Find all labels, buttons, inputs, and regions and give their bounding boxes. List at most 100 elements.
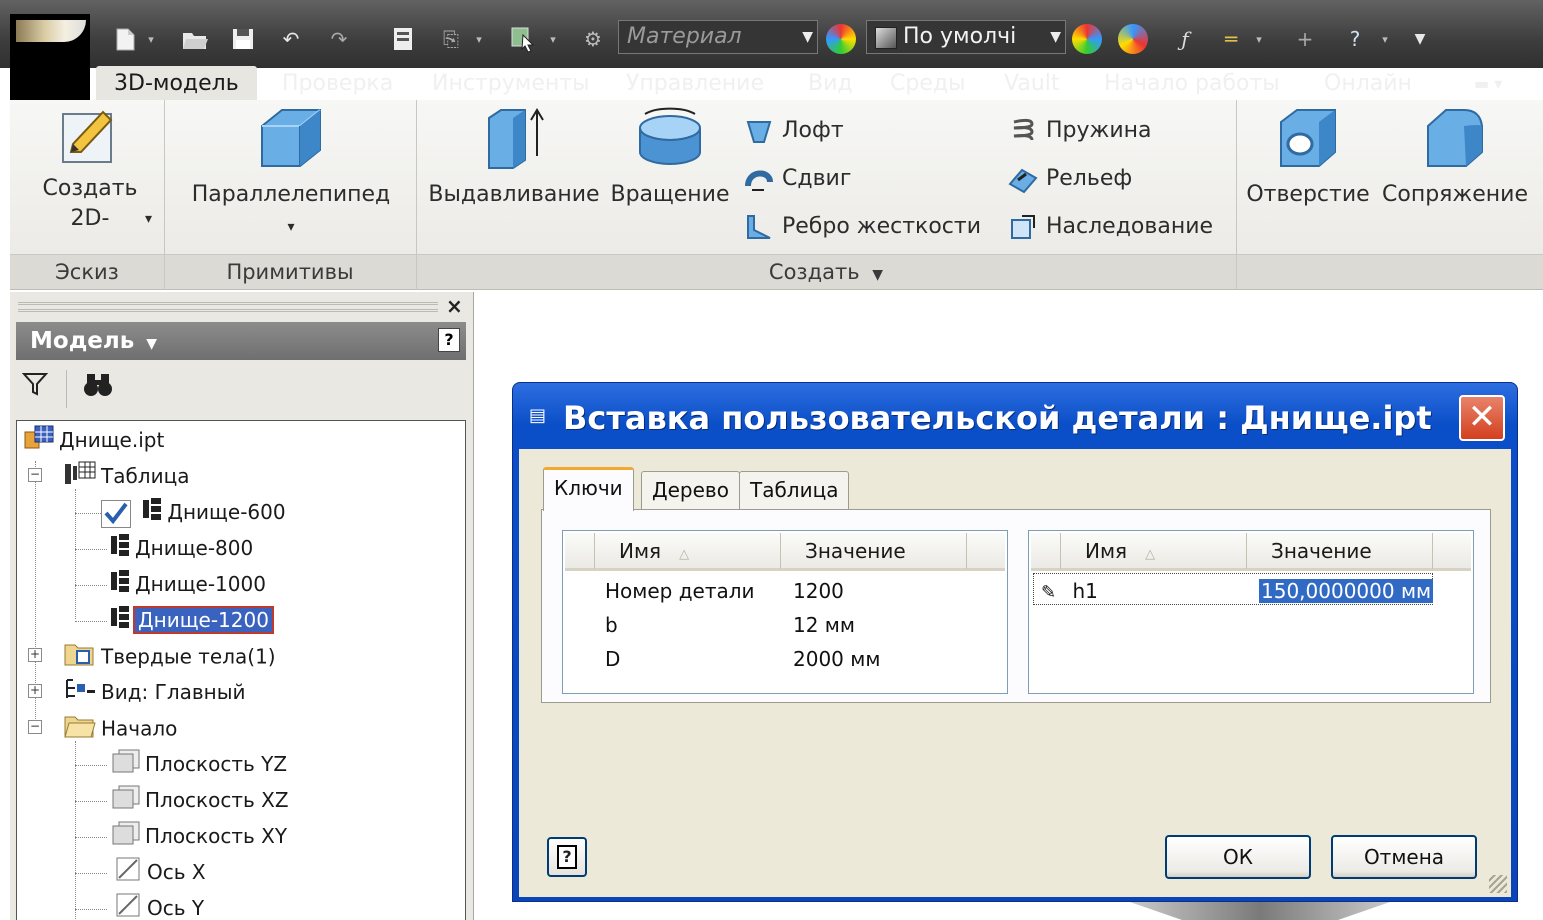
- column-header-value[interactable]: Значение: [1247, 533, 1433, 569]
- tree-item-member-selected[interactable]: Днище-1200: [109, 603, 274, 637]
- tab-inspect[interactable]: Проверка: [282, 66, 393, 102]
- ok-button[interactable]: ОК: [1165, 835, 1311, 879]
- expand-toggle-icon[interactable]: +: [28, 684, 42, 698]
- tree-item-origin[interactable]: Начало: [63, 711, 177, 745]
- tree-item-axis[interactable]: Ось Y: [115, 891, 204, 920]
- revolve-button[interactable]: Вращение: [608, 104, 732, 210]
- tree-item-table[interactable]: Таблица: [63, 459, 189, 493]
- clear-override-icon[interactable]: [1118, 24, 1148, 54]
- key-value-cell[interactable]: 1200: [793, 575, 844, 607]
- select-dropdown-icon[interactable]: ▾: [548, 24, 558, 54]
- tree-item-part-root[interactable]: Днище.ipt: [23, 423, 164, 457]
- param-value-cell[interactable]: 150,0000000 мм: [1259, 575, 1434, 607]
- key-name-cell[interactable]: Номер детали: [605, 575, 755, 607]
- tab-tree[interactable]: Дерево: [641, 471, 740, 509]
- undo-icon[interactable]: ↶: [274, 24, 308, 54]
- print-icon[interactable]: [386, 24, 420, 54]
- column-header-name[interactable]: Имя △: [1061, 533, 1247, 569]
- tree-item-plane[interactable]: Плоскость YZ: [111, 747, 287, 781]
- tab-keys[interactable]: Ключи: [543, 467, 634, 511]
- tab-manage[interactable]: Управление: [626, 66, 764, 102]
- extrude-button[interactable]: Выдавливание: [426, 104, 602, 210]
- hole-button[interactable]: Отверстие: [1244, 104, 1372, 210]
- expand-toggle-icon[interactable]: +: [28, 648, 42, 662]
- close-icon[interactable]: ×: [446, 294, 463, 318]
- keys-grid[interactable]: Имя △ Значение Номер детали 1200 b 12 мм …: [562, 530, 1008, 694]
- param-row[interactable]: ✎ h1: [1041, 575, 1098, 607]
- sweep-button[interactable]: Сдвиг: [744, 162, 851, 196]
- tab-view[interactable]: Вид: [808, 66, 853, 102]
- tree-item-axis[interactable]: Ось X: [115, 855, 206, 889]
- key-name-cell[interactable]: D: [605, 643, 620, 675]
- tree-item-member[interactable]: Днище-1000: [109, 567, 266, 601]
- tree-item-member[interactable]: Днище-600: [101, 495, 286, 529]
- collapse-toggle-icon[interactable]: −: [28, 468, 42, 482]
- open-icon[interactable]: [178, 24, 212, 54]
- new-icon[interactable]: [108, 24, 142, 54]
- help-icon[interactable]: ?: [1338, 24, 1372, 54]
- application-menu-button[interactable]: [10, 14, 90, 100]
- key-value-cell[interactable]: 2000 мм: [793, 643, 880, 675]
- redo-icon[interactable]: ↷: [322, 24, 356, 54]
- browser-header[interactable]: Модель ▼ ?: [16, 322, 466, 360]
- tree-item-solid-bodies[interactable]: Твердые тела(1): [63, 639, 276, 673]
- tree-item-plane[interactable]: Плоскость XZ: [111, 783, 289, 817]
- coil-button[interactable]: Пружина: [1008, 114, 1152, 148]
- cancel-button[interactable]: Отмена: [1331, 835, 1477, 879]
- measure-dropdown-icon[interactable]: ▾: [1254, 24, 1264, 54]
- tree-item-plane[interactable]: Плоскость XY: [111, 819, 287, 853]
- pan-icon[interactable]: +: [1288, 24, 1322, 54]
- rib-button[interactable]: Ребро жесткости: [744, 210, 981, 244]
- column-header-value[interactable]: Значение: [781, 533, 967, 569]
- save-icon[interactable]: [226, 24, 260, 54]
- tab-tools[interactable]: Инструменты: [432, 66, 589, 102]
- new-dropdown-icon[interactable]: ▾: [146, 24, 156, 54]
- tab-vault[interactable]: Vault: [1004, 66, 1060, 102]
- update-icon[interactable]: ⚙: [576, 24, 610, 54]
- derive-button[interactable]: Наследование: [1008, 210, 1213, 244]
- create-2d-sketch-button[interactable]: Создать 2D- ▾: [30, 104, 152, 234]
- quick-access-toolbar: ▾ ↶ ↷ ⎘ ▾ ▾ ⚙ Материал ▼ По умолчі ▼ ƒ ═…: [0, 0, 1543, 68]
- pane-grip-handle[interactable]: [18, 302, 438, 312]
- measure-icon[interactable]: ═: [1214, 24, 1248, 54]
- tab-table[interactable]: Таблица: [739, 471, 850, 509]
- find-binoculars-icon[interactable]: [82, 372, 114, 404]
- tab-environments[interactable]: Среды: [890, 66, 965, 102]
- key-name-cell[interactable]: b: [605, 609, 618, 641]
- help-icon[interactable]: ?: [438, 328, 460, 352]
- return-icon[interactable]: ⎘: [434, 24, 468, 54]
- help-button[interactable]: ?: [547, 837, 587, 877]
- checkbox-checked-icon[interactable]: [101, 499, 131, 528]
- box-primitive-button[interactable]: Параллелепипед ▾: [186, 104, 396, 242]
- fx-icon[interactable]: ƒ: [1168, 24, 1202, 54]
- ribbon-minimize-icon[interactable]: ▬ ▾: [1474, 66, 1502, 102]
- loft-button[interactable]: Лофт: [744, 114, 844, 148]
- help-dropdown-icon[interactable]: ▾: [1380, 24, 1390, 54]
- create-2d-sub-label: 2D-: [70, 206, 110, 231]
- close-icon[interactable]: ✕: [1459, 395, 1505, 441]
- return-dropdown-icon[interactable]: ▾: [474, 24, 484, 54]
- resize-grip-handle[interactable]: [1489, 875, 1507, 893]
- fillet-button[interactable]: Сопряжение: [1380, 104, 1530, 210]
- param-value-input[interactable]: 150,0000000 мм: [1259, 579, 1434, 603]
- appearance-value: По умолчі: [903, 24, 1017, 49]
- tree-item-view[interactable]: Вид: Главный: [63, 675, 246, 709]
- color-override-icon[interactable]: [1072, 24, 1102, 54]
- material-dropdown[interactable]: Материал ▼: [618, 20, 818, 54]
- select-icon[interactable]: [506, 24, 540, 54]
- collapse-toggle-icon[interactable]: −: [28, 720, 42, 734]
- filter-icon[interactable]: [21, 372, 49, 402]
- tab-get-started[interactable]: Начало работы: [1104, 66, 1280, 102]
- tree-item-member[interactable]: Днище-800: [109, 531, 253, 565]
- emboss-button[interactable]: Рельеф: [1008, 162, 1132, 196]
- tab-online[interactable]: Онлайн: [1324, 66, 1412, 102]
- model-tree: Днище.ipt − Таблица Днище-600 Днище-800 …: [16, 420, 466, 920]
- parameters-grid[interactable]: Имя △ Значение ✎ h1 150,0000000 мм: [1028, 530, 1474, 694]
- column-header-name[interactable]: Имя △: [595, 533, 781, 569]
- tab-3d-model[interactable]: 3D-модель: [96, 66, 257, 102]
- customize-qat-icon[interactable]: ▼: [1408, 24, 1432, 54]
- appearance-dropdown[interactable]: По умолчі ▼: [866, 20, 1066, 54]
- panel-label-create[interactable]: Создать ▼: [416, 256, 1236, 291]
- key-value-cell[interactable]: 12 мм: [793, 609, 855, 641]
- loft-label: Лофт: [782, 118, 844, 143]
